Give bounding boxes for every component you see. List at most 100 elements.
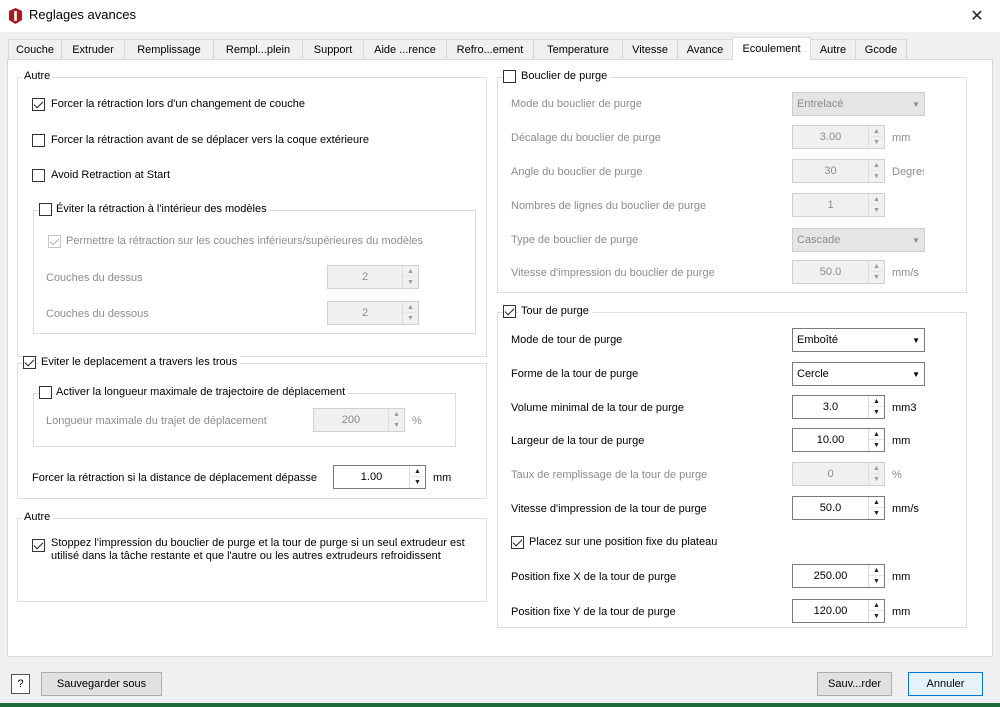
spin-up-icon[interactable]: ▲ [403, 302, 418, 313]
tower-infill-spinbox[interactable]: 0 ▲ ▼ [792, 462, 885, 486]
tower-shape-value: Cercle [797, 368, 829, 380]
spin-down-icon[interactable]: ▼ [869, 137, 884, 148]
tab-support[interactable]: Support [302, 39, 364, 60]
spin-up-icon[interactable]: ▲ [869, 396, 884, 407]
purge-tower-checkbox[interactable] [503, 305, 516, 318]
spin-down-icon[interactable]: ▼ [869, 205, 884, 216]
shield-type-select[interactable]: Cascade ▼ [792, 228, 925, 252]
shield-offset-spinbox[interactable]: 3.00 ▲ ▼ [792, 125, 885, 149]
save-button[interactable]: Sauv...rder [817, 672, 892, 696]
tower-infill-unit: % [892, 469, 902, 481]
max-travel-length-unit: % [412, 415, 422, 427]
force-retraction-distance-spinbox[interactable]: 1.00 ▲ ▼ [333, 465, 426, 489]
tab-gcode[interactable]: Gcode [855, 39, 907, 60]
chevron-down-icon: ▼ [912, 99, 920, 109]
shield-offset-label: Décalage du bouclier de purge [511, 132, 661, 144]
tower-pos-x-spinbox[interactable]: 250.00 ▲ ▼ [792, 564, 885, 588]
force-retraction-outer-wall-checkbox[interactable] [32, 134, 45, 147]
spin-up-icon[interactable]: ▲ [869, 126, 884, 137]
spin-down-icon[interactable]: ▼ [869, 508, 884, 519]
shield-mode-select[interactable]: Entrelacé ▼ [792, 92, 925, 116]
bottom-layers-label: Couches du dessous [46, 308, 149, 320]
tower-pos-y-label: Position fixe Y de la tour de purge [511, 606, 676, 618]
spin-down-icon[interactable]: ▼ [869, 576, 884, 587]
spin-down-icon[interactable]: ▼ [410, 477, 425, 488]
shield-lines-value: 1 [827, 199, 834, 211]
spin-down-icon[interactable]: ▼ [869, 611, 884, 622]
spin-up-icon[interactable]: ▲ [869, 261, 884, 272]
group-title: Tour de purge [518, 305, 592, 317]
tab-refroidissement[interactable]: Refro...ement [446, 39, 534, 60]
bottom-layers-spinbox[interactable]: 2 ▲ ▼ [327, 301, 419, 325]
spin-up-icon[interactable]: ▲ [869, 194, 884, 205]
max-travel-length-spinbox[interactable]: 200 ▲ ▼ [313, 408, 405, 432]
spin-up-icon[interactable]: ▲ [403, 266, 418, 277]
tab-avance[interactable]: Avance [677, 39, 733, 60]
spin-down-icon[interactable]: ▼ [869, 474, 884, 485]
tower-min-volume-unit: mm3 [892, 402, 917, 414]
top-layers-spinbox[interactable]: 2 ▲ ▼ [327, 265, 419, 289]
close-icon[interactable]: ✕ [954, 0, 1000, 32]
save-as-button[interactable]: Sauvegarder sous [41, 672, 162, 696]
group-title: Éviter la rétraction à l'intérieur des m… [53, 203, 270, 215]
tower-mode-label: Mode de tour de purge [511, 334, 623, 346]
spin-up-icon[interactable]: ▲ [869, 463, 884, 474]
tower-min-volume-spinbox[interactable]: 3.0 ▲ ▼ [792, 395, 885, 419]
tab-couche[interactable]: Couche [8, 39, 62, 60]
spin-up-icon[interactable]: ▲ [869, 600, 884, 611]
force-retraction-layer-change-checkbox[interactable] [32, 98, 45, 111]
shield-speed-spinbox[interactable]: 50.0 ▲ ▼ [792, 260, 885, 284]
group-title: Eviter le deplacement a travers les trou… [38, 356, 241, 368]
spin-up-icon[interactable]: ▲ [389, 409, 404, 420]
tab-extruder[interactable]: Extruder [61, 39, 125, 60]
avoid-travel-holes-checkbox[interactable] [23, 356, 36, 369]
tab-autre[interactable]: Autre [810, 39, 856, 60]
force-retraction-layer-change-label: Forcer la rétraction lors d'un changemen… [51, 98, 306, 110]
shield-angle-spinbox[interactable]: 30 ▲ ▼ [792, 159, 885, 183]
avoid-retraction-start-checkbox[interactable] [32, 169, 45, 182]
spin-up-icon[interactable]: ▲ [869, 497, 884, 508]
allow-retraction-top-bottom-checkbox[interactable] [48, 235, 61, 248]
avoid-retraction-inside-models-checkbox[interactable] [39, 203, 52, 216]
tower-shape-select[interactable]: Cercle ▼ [792, 362, 925, 386]
spin-down-icon[interactable]: ▼ [869, 407, 884, 418]
tab-vitesse[interactable]: Vitesse [622, 39, 678, 60]
spin-up-icon[interactable]: ▲ [410, 466, 425, 477]
top-layers-label: Couches du dessus [46, 272, 143, 284]
tower-infill-label: Taux de remplissage de la tour de purge [511, 469, 708, 481]
tower-min-volume-value: 3.0 [822, 401, 839, 413]
spin-down-icon[interactable]: ▼ [389, 420, 404, 431]
stop-purge-single-extruder-checkbox[interactable] [32, 539, 45, 552]
tab-ecoulement[interactable]: Ecoulement [732, 37, 811, 60]
spin-down-icon[interactable]: ▼ [869, 171, 884, 182]
tab-remplissage[interactable]: Remplissage [124, 39, 214, 60]
tower-width-spinbox[interactable]: 10.00 ▲ ▼ [792, 428, 885, 452]
top-layers-value: 2 [361, 271, 369, 283]
purge-shield-checkbox[interactable] [503, 70, 516, 83]
shield-angle-value: 30 [824, 165, 837, 177]
enable-max-travel-length-checkbox[interactable] [39, 386, 52, 399]
chevron-down-icon: ▼ [912, 335, 920, 345]
spin-down-icon[interactable]: ▼ [869, 440, 884, 451]
shield-angle-label: Angle du bouclier de purge [511, 166, 643, 178]
shield-lines-spinbox[interactable]: 1 ▲ ▼ [792, 193, 885, 217]
spin-down-icon[interactable]: ▼ [403, 277, 418, 288]
tower-pos-y-spinbox[interactable]: 120.00 ▲ ▼ [792, 599, 885, 623]
tower-pos-x-value: 250.00 [813, 570, 848, 582]
tower-fixed-position-checkbox[interactable] [511, 536, 524, 549]
spin-up-icon[interactable]: ▲ [869, 565, 884, 576]
tower-mode-value: Emboîté [797, 334, 838, 346]
spin-up-icon[interactable]: ▲ [869, 160, 884, 171]
tower-mode-select[interactable]: Emboîté ▼ [792, 328, 925, 352]
stop-purge-text-line2: utilisé dans la tâche restante et que l'… [51, 550, 441, 562]
spin-down-icon[interactable]: ▼ [869, 272, 884, 283]
help-button[interactable]: ? [11, 674, 30, 694]
cancel-button[interactable]: Annuler [908, 672, 983, 696]
tab-aide-adherence[interactable]: Aide ...rence [363, 39, 447, 60]
tab-temperature[interactable]: Temperature [533, 39, 623, 60]
group-title: Bouclier de purge [518, 70, 611, 82]
spin-up-icon[interactable]: ▲ [869, 429, 884, 440]
tower-speed-spinbox[interactable]: 50.0 ▲ ▼ [792, 496, 885, 520]
spin-down-icon[interactable]: ▼ [403, 313, 418, 324]
tab-remplissage-plein[interactable]: Rempl...plein [213, 39, 303, 60]
